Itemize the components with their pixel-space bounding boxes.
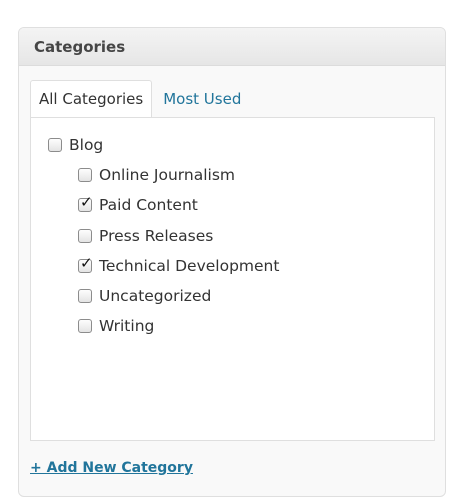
tab-most-used[interactable]: Most Used [152,81,249,117]
category-label: Blog [69,136,104,154]
category-checkbox[interactable] [78,289,92,303]
tab-all-categories[interactable]: All Categories [30,80,153,117]
category-label: Paid Content [99,196,198,214]
panel-title: Categories [34,37,126,56]
category-checkbox[interactable] [48,138,62,152]
checkmark-icon: ✓ [80,193,93,211]
category-checkbox[interactable]: ✓ [78,254,93,273]
category-checkbox[interactable]: ✓ [78,193,93,212]
checkmark-icon: ✓ [80,254,93,272]
category-label: Technical Development [99,257,280,275]
category-tabs: All Categories Most Used [30,80,249,117]
category-label: Writing [99,317,155,335]
category-label: Press Releases [99,227,214,245]
category-checkbox[interactable] [78,319,92,333]
category-checkbox[interactable] [78,229,92,243]
category-item-uncategorized[interactable]: Uncategorized [78,285,211,307]
category-item-technical-development[interactable]: ✓ Technical Development [78,255,279,277]
categories-panel: Categories All Categories Most Used Blog… [18,27,446,497]
panel-header: Categories [19,28,445,66]
category-item-press-releases[interactable]: Press Releases [78,225,213,247]
category-label: Uncategorized [99,287,212,305]
category-item-writing[interactable]: Writing [78,315,154,337]
category-item-paid-content[interactable]: ✓ Paid Content [78,194,198,216]
category-item-blog[interactable]: Blog [48,134,103,156]
category-label: Online Journalism [99,166,236,184]
category-item-online-journalism[interactable]: Online Journalism [78,164,235,186]
category-checkbox[interactable] [78,168,92,182]
category-checklist: Blog Online Journalism ✓ Paid Content Pr… [30,117,435,441]
add-new-category-link[interactable]: + Add New Category [30,460,193,476]
